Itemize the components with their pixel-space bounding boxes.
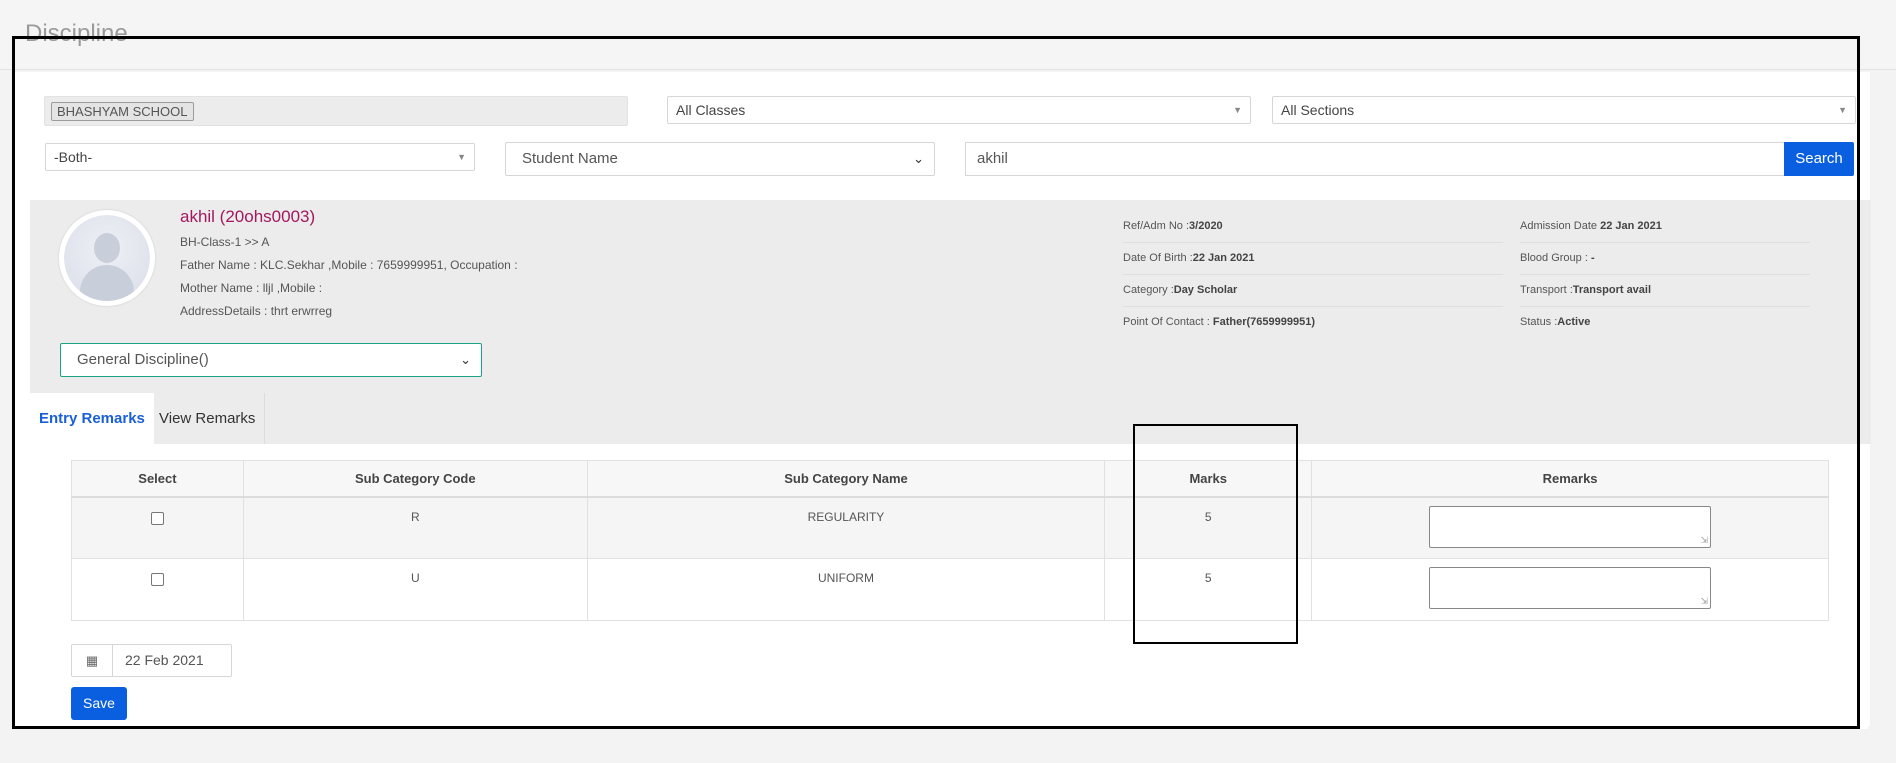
remarks-textarea[interactable]: ⇲	[1429, 567, 1712, 609]
select-cell	[71, 496, 244, 559]
table-header-row: Select Sub Category Code Sub Category Na…	[71, 460, 1829, 498]
name-cell: UNIFORM	[586, 558, 1106, 621]
school-chip[interactable]: BHASHYAM SCHOOL	[51, 102, 194, 121]
page-header: Discipline	[0, 0, 1896, 70]
resize-grip-icon[interactable]: ⇲	[1701, 596, 1709, 607]
remarks-cell: ⇲	[1311, 558, 1829, 621]
divider	[1520, 306, 1810, 307]
class-select[interactable]: All Classes ▼	[667, 96, 1251, 124]
resize-grip-icon[interactable]: ⇲	[1701, 535, 1709, 546]
date-value: 22 Feb 2021	[125, 652, 204, 668]
calendar-icon[interactable]: ▦	[72, 645, 113, 676]
student-info-panel	[30, 200, 1871, 444]
divider	[1520, 242, 1810, 243]
gender-select-value: -Both-	[54, 149, 93, 165]
search-input[interactable]: akhil	[965, 142, 1785, 176]
section-select-value: All Sections	[1281, 102, 1355, 118]
column-header: Remarks	[1311, 460, 1829, 498]
tab-view-remarks[interactable]: View Remarks	[150, 393, 266, 444]
column-header: Select	[71, 460, 244, 498]
student-class: BH-Class-1 >> A	[180, 235, 270, 249]
mother-details: Mother Name : lljl ,Mobile :	[180, 281, 323, 295]
remarks-cell: ⇲	[1311, 496, 1829, 559]
class-select-value: All Classes	[676, 102, 746, 118]
row-checkbox[interactable]	[150, 573, 164, 586]
gender-select[interactable]: -Both- ▼	[45, 143, 475, 171]
school-select[interactable]: BHASHYAM SCHOOL	[44, 96, 628, 126]
table-row: U UNIFORM 5 ⇲	[71, 558, 1829, 621]
column-header: Marks	[1104, 460, 1313, 498]
chevron-down-icon: ⌄	[913, 151, 924, 166]
chevron-down-icon: ⌄	[460, 352, 471, 367]
marks-cell: 5	[1104, 496, 1313, 559]
divider	[1123, 274, 1503, 275]
ref-adm-no: Ref/Adm No :3/2020	[1123, 220, 1223, 232]
divider	[1520, 274, 1810, 275]
name-cell: REGULARITY	[586, 496, 1106, 559]
caret-down-icon: ▼	[457, 152, 466, 162]
row-checkbox[interactable]	[150, 511, 164, 525]
column-header: Sub Category Name	[586, 460, 1106, 498]
marks-cell: 5	[1104, 558, 1313, 621]
search-by-select[interactable]: Student Name ⌄	[505, 142, 935, 176]
divider	[1123, 306, 1503, 307]
point-of-contact: Point Of Contact : Father(7659999951)	[1123, 316, 1316, 328]
search-by-value: Student Name	[522, 150, 618, 167]
section-select[interactable]: All Sections ▼	[1272, 96, 1856, 124]
code-cell: R	[242, 496, 588, 559]
blood-group: Blood Group : -	[1520, 252, 1595, 264]
avatar	[59, 210, 155, 306]
date-picker[interactable]: ▦ 22 Feb 2021	[71, 644, 232, 677]
column-header: Sub Category Code	[242, 460, 588, 498]
father-details: Father Name : KLC.Sekhar ,Mobile : 76599…	[180, 258, 518, 272]
divider	[1123, 242, 1503, 243]
category: Category :Day Scholar	[1123, 284, 1238, 296]
tab-entry-remarks[interactable]: Entry Remarks	[30, 393, 154, 444]
caret-down-icon: ▼	[1233, 105, 1242, 115]
address-details: AddressDetails : thrt erwrreg	[180, 304, 333, 318]
student-name: akhil (20ohs0003)	[180, 207, 316, 226]
select-cell	[71, 558, 244, 621]
discipline-type-select[interactable]: General Discipline() ⌄	[60, 343, 482, 377]
page-title: Discipline	[25, 20, 128, 47]
user-silhouette-icon	[64, 215, 150, 301]
remarks-table: Select Sub Category Code Sub Category Na…	[71, 460, 1829, 621]
status: Status :Active	[1520, 316, 1591, 328]
discipline-type-value: General Discipline()	[77, 351, 209, 368]
save-button[interactable]: Save	[71, 687, 127, 720]
table-row: R REGULARITY 5 ⇲	[71, 496, 1829, 559]
search-input-value: akhil	[977, 150, 1008, 167]
admission-date: Admission Date 22 Jan 2021	[1520, 220, 1662, 232]
search-button[interactable]: Search	[1784, 142, 1854, 176]
remarks-textarea[interactable]: ⇲	[1429, 505, 1712, 548]
caret-down-icon: ▼	[1838, 105, 1847, 115]
code-cell: U	[242, 558, 588, 621]
transport: Transport :Transport avail	[1520, 284, 1652, 296]
date-of-birth: Date Of Birth :22 Jan 2021	[1123, 252, 1255, 264]
